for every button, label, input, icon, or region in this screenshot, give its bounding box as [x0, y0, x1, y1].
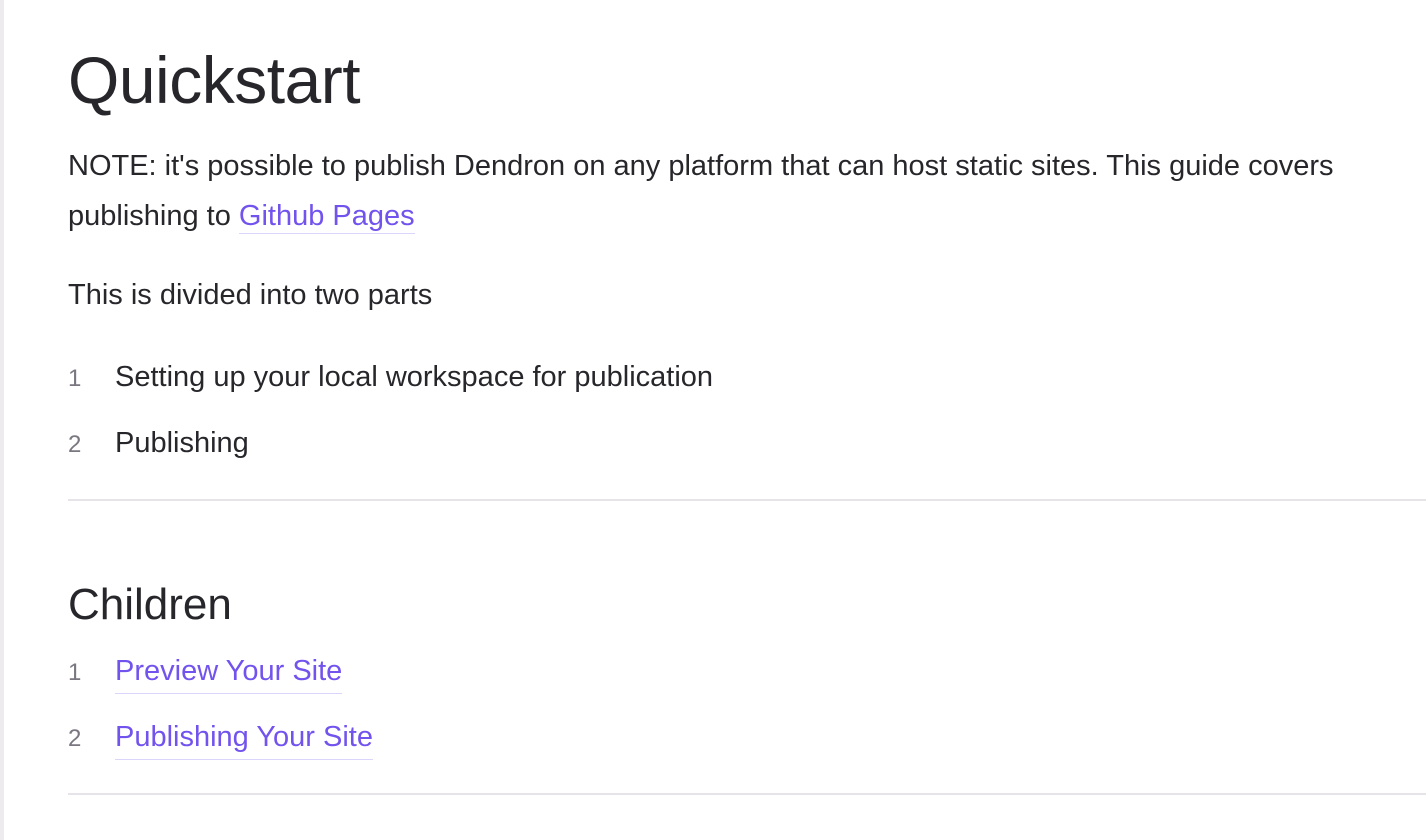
sidebar-edge — [0, 0, 4, 840]
note-paragraph: NOTE: it's possible to publish Dendron o… — [68, 141, 1426, 241]
divider — [68, 793, 1426, 795]
list-item-text: Setting up your local workspace for publ… — [115, 361, 714, 393]
list-item-text: Publishing — [115, 427, 249, 459]
note-line-1: NOTE: it's possible to publish Dendron o… — [68, 150, 1334, 182]
github-pages-link[interactable]: Github Pages — [238, 200, 415, 234]
child-link-publishing-your-site[interactable]: Publishing Your Site — [115, 716, 373, 760]
note-line-2: publishing to Github Pages — [68, 191, 1426, 241]
intro-paragraph: This is divided into two parts — [68, 279, 433, 311]
divider — [68, 499, 1426, 501]
list-number: 1 — [68, 365, 82, 392]
page-title: Quickstart — [68, 43, 361, 117]
list-number: 2 — [68, 431, 82, 458]
children-heading: Children — [68, 580, 232, 629]
note-line-2-text: publishing to — [68, 200, 239, 232]
main-content: Quickstart NOTE: it's possible to publis… — [68, 0, 1426, 840]
list-number: 1 — [68, 659, 82, 686]
child-link-preview-your-site[interactable]: Preview Your Site — [115, 650, 343, 694]
list-number: 2 — [68, 725, 82, 752]
